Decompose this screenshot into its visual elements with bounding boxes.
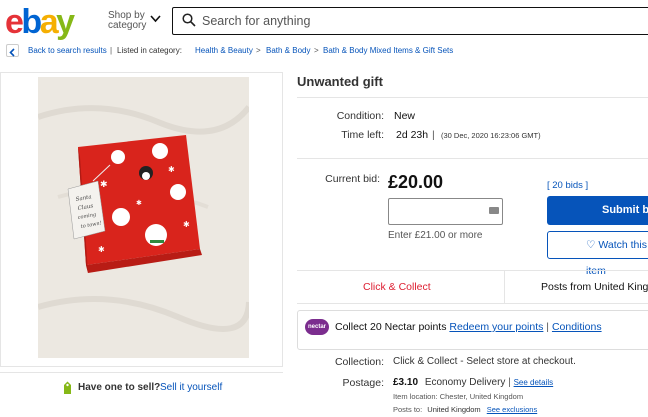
condition-label: Condition: [336,110,384,122]
time-left-value: 2d 23h [396,129,429,141]
nectar-points-text: Collect 20 Nectar points [335,321,447,333]
time-left-divider: | [432,129,435,141]
item-location: Item location: Chester, United Kingdom [393,392,524,401]
tab-click-collect[interactable]: Click & Collect [363,281,431,293]
breadcrumb-separator: > [256,46,261,55]
back-to-search-link[interactable]: Back to search results [28,42,107,60]
postage-price: £3.10 [393,377,419,388]
see-exclusions-link[interactable]: See exclusions [487,405,537,414]
end-date: (30 Dec, 2020 16:23:06 GMT) [441,131,541,140]
collection-value: Click & Collect - Select store at checko… [393,356,576,367]
postage-service: Economy Delivery [424,377,506,388]
item-photo[interactable]: ✱ ✱ ✱ ✱ ✱ Santa Claus coming to town! [38,77,249,358]
keyboard-icon [489,207,499,214]
bid-hint: Enter £21.00 or more [388,230,483,241]
svg-text:✱: ✱ [183,220,190,229]
current-bid-label: Current bid: [325,173,380,185]
listed-in-label: Listed in category: [117,46,182,55]
shop-by-category-button[interactable]: Shop by category [108,11,146,31]
postage-label: Postage: [342,377,384,389]
watch-item-button[interactable]: ♡ Watch this item [547,231,648,277]
have-one-to-sell-label: Have one to sell? [78,382,161,393]
ebay-logo[interactable]: ebay [5,4,75,40]
conditions-link[interactable]: Conditions [552,321,602,333]
redeem-points-link[interactable]: Redeem your points [449,321,543,333]
time-left-label: Time left: [341,129,384,141]
postage-line: £3.10 Economy Delivery | See details [393,377,554,388]
breadcrumb-separator: > [314,46,319,55]
current-bid-price: £20.00 [388,172,444,192]
delivery-tabs: Click & Collect Posts from United Kingdo… [297,270,648,304]
divider [297,158,648,159]
divider [297,97,648,98]
svg-text:✱: ✱ [100,180,108,190]
divider [504,271,505,304]
nectar-divider: | [546,321,550,333]
posts-to-line: Posts to: United Kingdom See exclusions [393,405,537,414]
breadcrumb-item-bath-body[interactable]: Bath & Body [266,42,310,60]
see-details-link[interactable]: See details [514,378,554,387]
collection-label: Collection: [334,356,384,368]
sell-it-yourself-link[interactable]: Sell it yourself [160,382,222,393]
posts-to-value: United Kingdom [427,405,481,414]
submit-bid-button[interactable]: Submit bid [547,196,648,225]
chevron-down-icon[interactable] [150,15,161,23]
condition-value: New [394,110,416,122]
svg-text:✱: ✱ [168,165,175,174]
bids-count-link[interactable]: [ 20 bids ] [547,180,588,191]
search-icon [182,13,196,27]
item-title: Unwanted gift [297,74,383,89]
svg-text:✱: ✱ [98,245,105,254]
nectar-logo: nectar [305,319,329,335]
sell-bar: Have one to sell? Sell it yourself [0,372,283,403]
bid-amount-input[interactable] [388,198,503,225]
category-label: category [108,20,147,31]
breadcrumb: Back to search results | Listed in categ… [0,42,648,60]
breadcrumb-item-gift-sets[interactable]: Bath & Body Mixed Items & Gift Sets [323,42,453,60]
breadcrumb-item-health-beauty[interactable]: Health & Beauty [195,42,253,60]
posts-to-label: Posts to: [393,405,423,414]
svg-text:✱: ✱ [136,199,142,207]
tag-icon [64,381,71,394]
tab-posts-from[interactable]: Posts from United Kingdom [541,281,648,293]
search-input[interactable] [202,9,632,33]
nectar-line: Collect 20 Nectar points Redeem your poi… [335,321,602,333]
